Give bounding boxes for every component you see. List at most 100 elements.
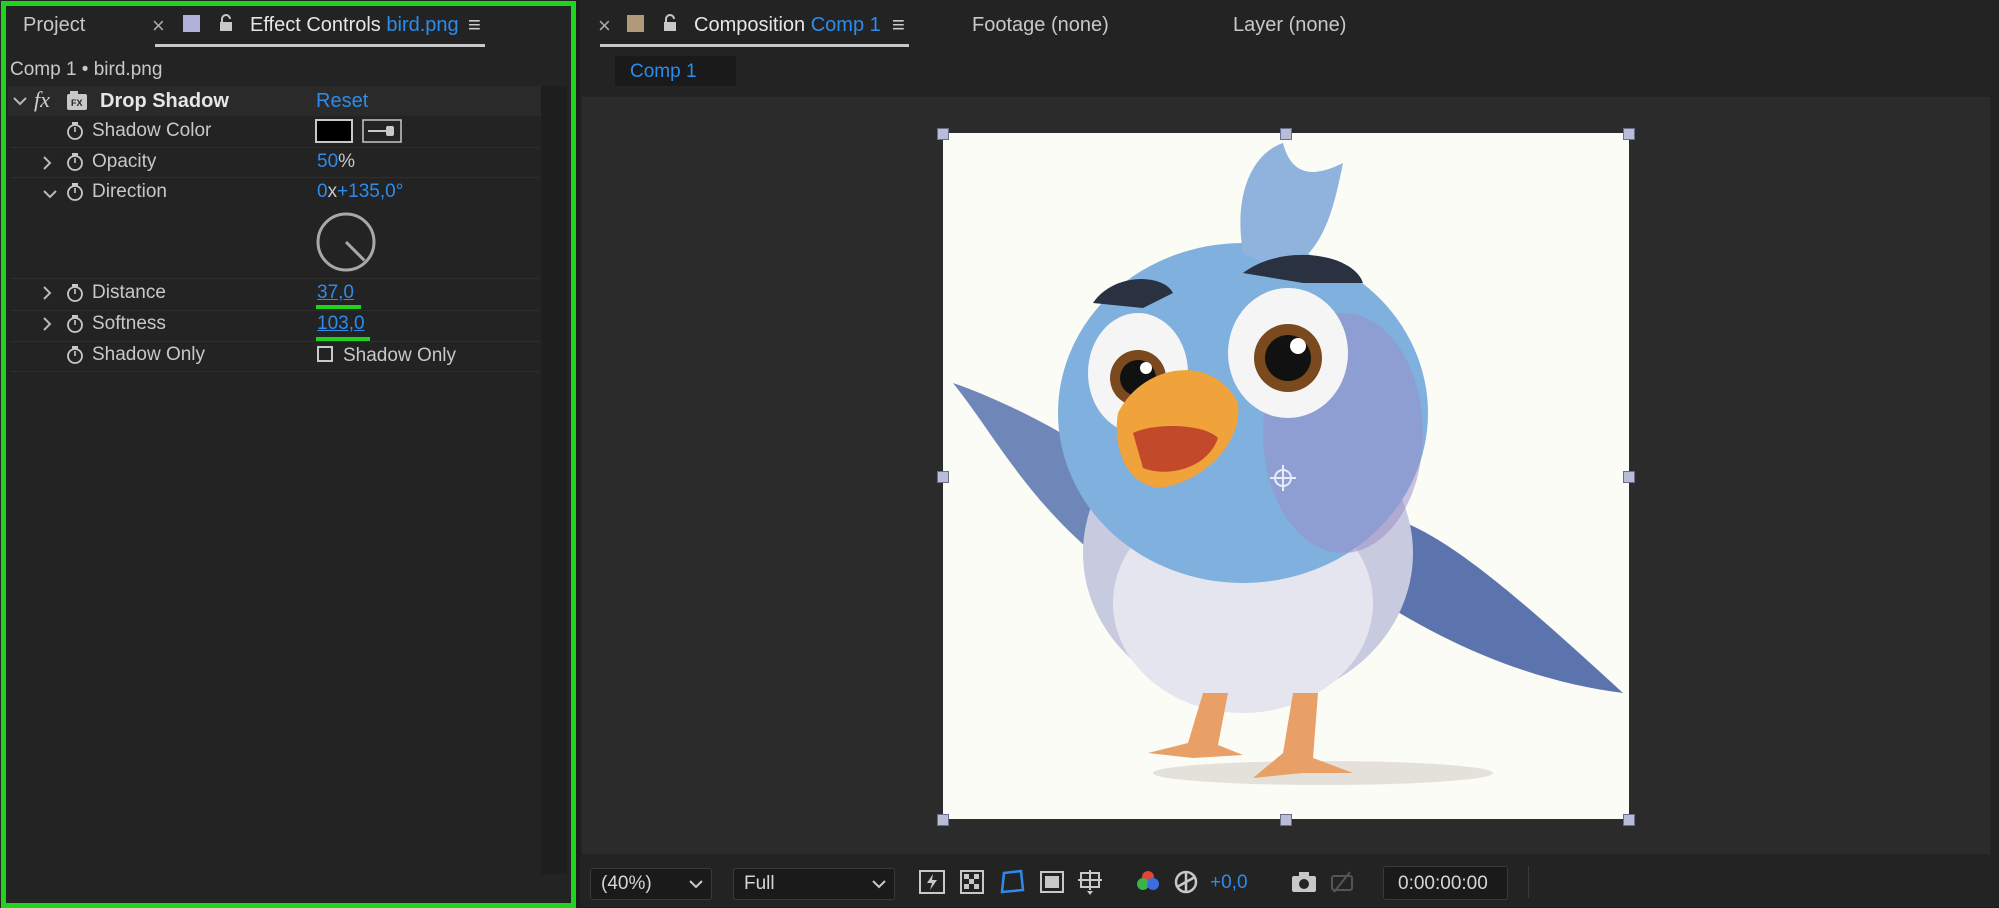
effect-name: Drop Shadow: [100, 90, 229, 112]
take-snapshot-button[interactable]: [1290, 868, 1318, 896]
softness-value[interactable]: 103,0: [317, 313, 365, 335]
stopwatch-icon[interactable]: [66, 153, 84, 171]
opacity-unit: %: [338, 151, 356, 172]
reset-exposure-button[interactable]: [1172, 868, 1200, 896]
opacity-value[interactable]: 50: [317, 151, 338, 172]
show-channel-button[interactable]: [1134, 868, 1162, 896]
shadow-color-swatch[interactable]: [315, 119, 353, 143]
close-icon[interactable]: ×: [152, 13, 165, 39]
row-divider: [10, 147, 540, 148]
tab-effect-controls-label: Effect Controls: [250, 14, 381, 36]
shadow-color-label: Shadow Color: [92, 120, 212, 141]
shadow-only-checkbox[interactable]: [317, 346, 333, 362]
panel-menu-icon[interactable]: ≡: [468, 12, 481, 38]
eyedropper-icon[interactable]: [362, 119, 402, 143]
mask-icon: [1000, 869, 1025, 894]
shadow-only-label: Shadow Only: [92, 344, 206, 365]
direction-value-group: 0x+135,0°: [317, 181, 403, 203]
reset-link[interactable]: Reset: [316, 90, 368, 113]
fx-toggle-icon[interactable]: fx: [34, 87, 50, 113]
row-divider: [10, 278, 540, 279]
panel-scrollbar[interactable]: [541, 86, 567, 874]
opacity-label: Opacity: [92, 151, 157, 172]
tab-effect-controls[interactable]: Effect Controls bird.png: [250, 14, 459, 37]
panel-color-icon: [627, 15, 644, 32]
stopwatch-icon[interactable]: [66, 346, 84, 364]
snapshot-icon: [1331, 871, 1353, 893]
lock-icon[interactable]: [662, 13, 678, 33]
panel-menu-icon[interactable]: ≡: [892, 12, 905, 38]
panel-color-icon: [183, 15, 200, 32]
chevron-right-icon[interactable]: [42, 155, 52, 171]
anchor-point-icon[interactable]: [1268, 463, 1298, 493]
exposure-value[interactable]: +0,0: [1210, 872, 1248, 894]
tab-composition-label: Composition: [694, 14, 806, 36]
tab-footage[interactable]: Footage (none): [972, 14, 1109, 37]
row-divider: [10, 341, 540, 342]
timecode-display[interactable]: 0:00:00:00: [1383, 866, 1508, 900]
comp-subtab-label: Comp 1: [630, 61, 697, 82]
mask-path-visibility-button[interactable]: [998, 868, 1026, 896]
transform-handle[interactable]: [937, 814, 949, 826]
distance-value[interactable]: 37,0: [317, 282, 354, 304]
transform-handle[interactable]: [937, 471, 949, 483]
show-snapshot-button[interactable]: [1328, 868, 1356, 896]
fast-previews-button[interactable]: [918, 868, 946, 896]
region-icon: [1040, 871, 1064, 893]
tab-composition[interactable]: Composition Comp 1: [694, 14, 881, 37]
resolution-value: Full: [744, 873, 775, 894]
direction-x: x: [327, 181, 338, 202]
distance-highlight-underline: [316, 305, 361, 309]
left-tab-bar: Project × Effect Controls bird.png ≡: [0, 0, 574, 50]
comp-subtab[interactable]: Comp 1: [615, 56, 736, 86]
transparency-grid-button[interactable]: [958, 868, 986, 896]
tab-layer[interactable]: Layer (none): [1233, 14, 1346, 37]
distance-label: Distance: [92, 282, 166, 303]
svg-text:FX: FX: [71, 98, 83, 108]
tab-project[interactable]: Project: [23, 14, 85, 37]
chevron-down-icon: [689, 880, 703, 889]
chevron-down-icon: [872, 880, 886, 889]
row-divider: [10, 371, 540, 372]
zoom-value: (40%): [601, 873, 652, 894]
tab-composition-name: Comp 1: [810, 14, 881, 36]
transform-handle[interactable]: [1623, 471, 1635, 483]
resolution-dropdown[interactable]: Full: [733, 868, 895, 900]
effect-header-row[interactable]: [8, 86, 542, 116]
direction-label: Direction: [92, 181, 167, 202]
dial-needle: [344, 240, 366, 262]
grid-guide-options-button[interactable]: [1076, 868, 1104, 896]
direction-angle[interactable]: +135,0°: [337, 181, 403, 202]
toolbar-divider: [1528, 866, 1529, 898]
transform-handle[interactable]: [937, 128, 949, 140]
transform-handle[interactable]: [1623, 128, 1635, 140]
active-tab-underline: [155, 44, 485, 47]
chevron-down-icon[interactable]: [12, 95, 28, 107]
camera-icon: [1292, 872, 1316, 892]
tab-effect-controls-file: bird.png: [386, 14, 459, 36]
shadow-only-checkbox-label: Shadow Only: [343, 345, 457, 366]
direction-dial[interactable]: [315, 211, 377, 273]
region-of-interest-button[interactable]: [1038, 868, 1066, 896]
color-channels-icon: [1137, 871, 1159, 890]
chevron-right-icon[interactable]: [42, 316, 52, 332]
effect-controls-panel: Project × Effect Controls bird.png ≡ Com…: [0, 0, 574, 907]
lock-icon[interactable]: [218, 13, 234, 33]
stopwatch-icon[interactable]: [66, 122, 84, 140]
stopwatch-icon[interactable]: [66, 284, 84, 302]
transform-handle[interactable]: [1623, 814, 1635, 826]
stopwatch-icon[interactable]: [66, 183, 84, 201]
row-divider: [10, 177, 540, 178]
transform-handle[interactable]: [1280, 814, 1292, 826]
softness-label: Softness: [92, 313, 166, 334]
zoom-dropdown[interactable]: (40%): [590, 868, 712, 900]
stopwatch-icon[interactable]: [66, 315, 84, 333]
row-divider: [10, 310, 540, 311]
target-icon: [1078, 870, 1102, 895]
direction-revolutions[interactable]: 0: [317, 181, 328, 202]
chevron-right-icon[interactable]: [42, 285, 52, 301]
chevron-down-icon[interactable]: [42, 188, 58, 200]
close-icon[interactable]: ×: [598, 13, 611, 39]
effect-preset-icon: FX: [67, 91, 87, 110]
transform-handle[interactable]: [1280, 128, 1292, 140]
